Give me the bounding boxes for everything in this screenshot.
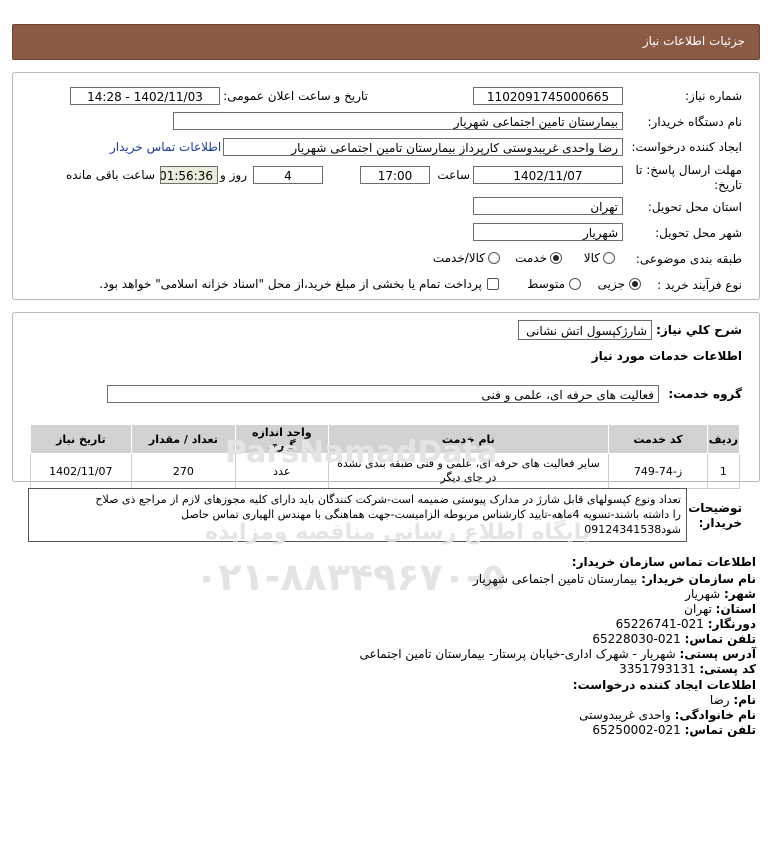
process-label: نوع فرآیند خرید : bbox=[657, 278, 742, 292]
creator-phone-row: تلفن تماس: 021-65250002 bbox=[592, 723, 756, 737]
deadline-time-field: 17:00 bbox=[360, 166, 430, 184]
creator-name-label: نام: bbox=[733, 693, 756, 707]
services-section-title: اطلاعات خدمات مورد نیاز bbox=[591, 349, 742, 363]
treasury-payment-note: پرداخت تمام یا بخشی از مبلغ خرید،از محل … bbox=[99, 277, 482, 291]
col-row: ردیف bbox=[706, 424, 741, 454]
cell-row: 1 bbox=[706, 453, 741, 489]
creator-name-value: رضا bbox=[709, 693, 730, 707]
page-header: جزئیات اطلاعات نیاز bbox=[12, 24, 760, 60]
days-field: 4 bbox=[253, 166, 323, 184]
service-group-field: فعالیت های حرفه ای، علمی و فنی bbox=[107, 385, 659, 403]
process-minor-radio[interactable] bbox=[629, 278, 641, 290]
days-label: روز و bbox=[220, 168, 247, 182]
contact-org-row: نام سازمان خریدار: بیمارستان تامین اجتما… bbox=[473, 572, 756, 586]
treasury-payment-checkbox[interactable] bbox=[487, 278, 499, 290]
contact-province-label: استان: bbox=[715, 602, 756, 616]
contact-address-label: آدرس پستی: bbox=[679, 647, 756, 661]
creator-phone-label: تلفن تماس: bbox=[684, 723, 756, 737]
contact-city-row: شهر: شهریار bbox=[685, 587, 756, 601]
category-goods-service-label: کالا/خدمت bbox=[432, 251, 485, 265]
creator-name-row: نام: رضا bbox=[710, 693, 756, 707]
buyer-label: نام دستگاه خریدار: bbox=[647, 115, 743, 129]
contact-postal-row: کد پستی: 3351793131 bbox=[619, 662, 756, 676]
services-table: ردیف کد خدمت نام خدمت واحد اندازه گیری ت… bbox=[30, 424, 741, 489]
cell-unit: عدد bbox=[235, 453, 329, 489]
announce-field: 1402/11/03 - 14:28 bbox=[70, 87, 220, 105]
summary-field: شارژکپسول اتش نشانی bbox=[518, 320, 652, 340]
contact-address-row: آدرس پستی: شهریار - شهرک اداری-خیابان پر… bbox=[359, 647, 756, 661]
cell-name-line-1: سایر فعالیت های حرفه ای، علمی و فنی طبقه… bbox=[337, 457, 600, 470]
contact-fax-row: دورنگار: 021-65226741 bbox=[616, 617, 756, 631]
contact-title: اطلاعات تماس سازمان خریدار: bbox=[571, 555, 756, 569]
contact-city-value: شهریار bbox=[685, 587, 721, 601]
description-box: تعداد ونوع کپسولهای قابل شارژ در مدارک پ… bbox=[28, 488, 687, 542]
cell-date: 1402/11/07 bbox=[30, 453, 132, 489]
watermark-number: ۰۲۱-۸۸۳۴۹۶۷۰-۵ bbox=[195, 555, 505, 599]
summary-label: شرح کلي نياز: bbox=[656, 323, 742, 337]
category-label: طبقه بندی موضوعی: bbox=[635, 252, 742, 266]
creator-family-value: واحدی غریبدوستی bbox=[579, 708, 671, 722]
service-group-label: گروه خدمت: bbox=[668, 387, 742, 401]
contact-fax-value: 021-65226741 bbox=[615, 617, 704, 631]
process-medium-label: متوسط bbox=[527, 277, 565, 291]
creator-info-title: اطلاعات ایجاد کننده درخواست: bbox=[572, 678, 756, 692]
description-label: توضیحات bbox=[688, 501, 742, 515]
process-minor-label: جزیی bbox=[597, 277, 625, 291]
description-line-2: را داشته باشند-تسویه 4ماهه-تایید کارشناس… bbox=[181, 508, 681, 521]
category-goods-radio[interactable] bbox=[603, 252, 615, 264]
contact-province-row: استان: تهران bbox=[684, 602, 756, 616]
remaining-label: ساعت باقی مانده bbox=[65, 168, 155, 182]
need-number-label: شماره نیاز: bbox=[685, 89, 742, 103]
cell-name-line-2: در جای دیگر bbox=[440, 471, 497, 484]
province-field: تهران bbox=[473, 197, 623, 215]
category-goods-service-radio[interactable] bbox=[488, 252, 500, 264]
col-date: تاریخ نیاز bbox=[30, 424, 132, 454]
buyer-contact-link[interactable]: اطلاعات تماس خریدار bbox=[110, 140, 221, 154]
description-label-2: خریدار: bbox=[698, 516, 742, 530]
deadline-date-field: 1402/11/07 bbox=[473, 166, 623, 184]
page-title: جزئیات اطلاعات نیاز bbox=[642, 34, 745, 48]
contact-address-value: شهریار - شهرک اداری-خیابان پرستار- بیمار… bbox=[359, 647, 676, 661]
cell-name: سایر فعالیت های حرفه ای، علمی و فنی طبقه… bbox=[327, 453, 610, 489]
creator-family-row: نام خانوادگی: واحدی غریبدوستی bbox=[579, 708, 756, 722]
contact-postal-label: کد پستی: bbox=[699, 662, 756, 676]
col-unit: واحد اندازه گیری bbox=[235, 424, 329, 454]
city-field: شهریار bbox=[473, 223, 623, 241]
category-service-label: خدمت bbox=[515, 251, 547, 265]
contact-org-value: بیمارستان تامین اجتماعی شهریار bbox=[472, 572, 638, 586]
table-header-row: ردیف کد خدمت نام خدمت واحد اندازه گیری ت… bbox=[30, 424, 741, 454]
process-medium-radio[interactable] bbox=[569, 278, 581, 290]
col-qty: تعداد / مقدار bbox=[130, 424, 237, 454]
need-number-field: 1102091745000665 bbox=[473, 87, 623, 105]
contact-phone-value: 021-65228030 bbox=[592, 632, 681, 646]
col-code: کد خدمت bbox=[608, 424, 708, 454]
contact-province-value: تهران bbox=[684, 602, 712, 616]
creator-phone-value: 021-65250002 bbox=[592, 723, 681, 737]
creator-label: ایجاد کننده درخواست: bbox=[631, 140, 742, 154]
contact-org-label: نام سازمان خریدار: bbox=[641, 572, 756, 586]
announce-label: تاریخ و ساعت اعلان عمومی: bbox=[223, 89, 368, 103]
description-line-3: شود09124341538 bbox=[584, 523, 681, 536]
deadline-label-2: تاریخ: bbox=[714, 178, 742, 192]
contact-phone-row: تلفن تماس: 021-65228030 bbox=[592, 632, 756, 646]
contact-city-label: شهر: bbox=[724, 587, 756, 601]
table-row: 1 ز-74-749 سایر فعالیت های حرفه ای، علمی… bbox=[30, 453, 741, 489]
remaining-time-field: 01:56:36 bbox=[160, 166, 218, 184]
cell-code: ز-74-749 bbox=[608, 453, 708, 489]
creator-field: رضا واحدی غریبدوستی کارپرداز بیمارستان ت… bbox=[223, 138, 623, 156]
contact-postal-value: 3351793131 bbox=[619, 662, 696, 676]
cell-qty: 270 bbox=[130, 453, 237, 489]
buyer-field: بیمارستان تامین اجتماعی شهریار bbox=[173, 112, 623, 130]
deadline-label: مهلت ارسال پاسخ: تا bbox=[635, 163, 742, 177]
contact-phone-label: تلفن تماس: bbox=[684, 632, 756, 646]
deadline-time-label: ساعت bbox=[437, 168, 470, 182]
category-goods-label: کالا bbox=[583, 251, 600, 265]
category-service-radio[interactable] bbox=[550, 252, 562, 264]
province-label: استان محل تحویل: bbox=[647, 200, 742, 214]
col-name: نام خدمت bbox=[327, 424, 610, 454]
creator-family-label: نام خانوادگی: bbox=[674, 708, 756, 722]
contact-fax-label: دورنگار: bbox=[707, 617, 756, 631]
city-label: شهر محل تحویل: bbox=[655, 226, 742, 240]
description-line-1: تعداد ونوع کپسولهای قابل شارژ در مدارک پ… bbox=[95, 493, 681, 506]
